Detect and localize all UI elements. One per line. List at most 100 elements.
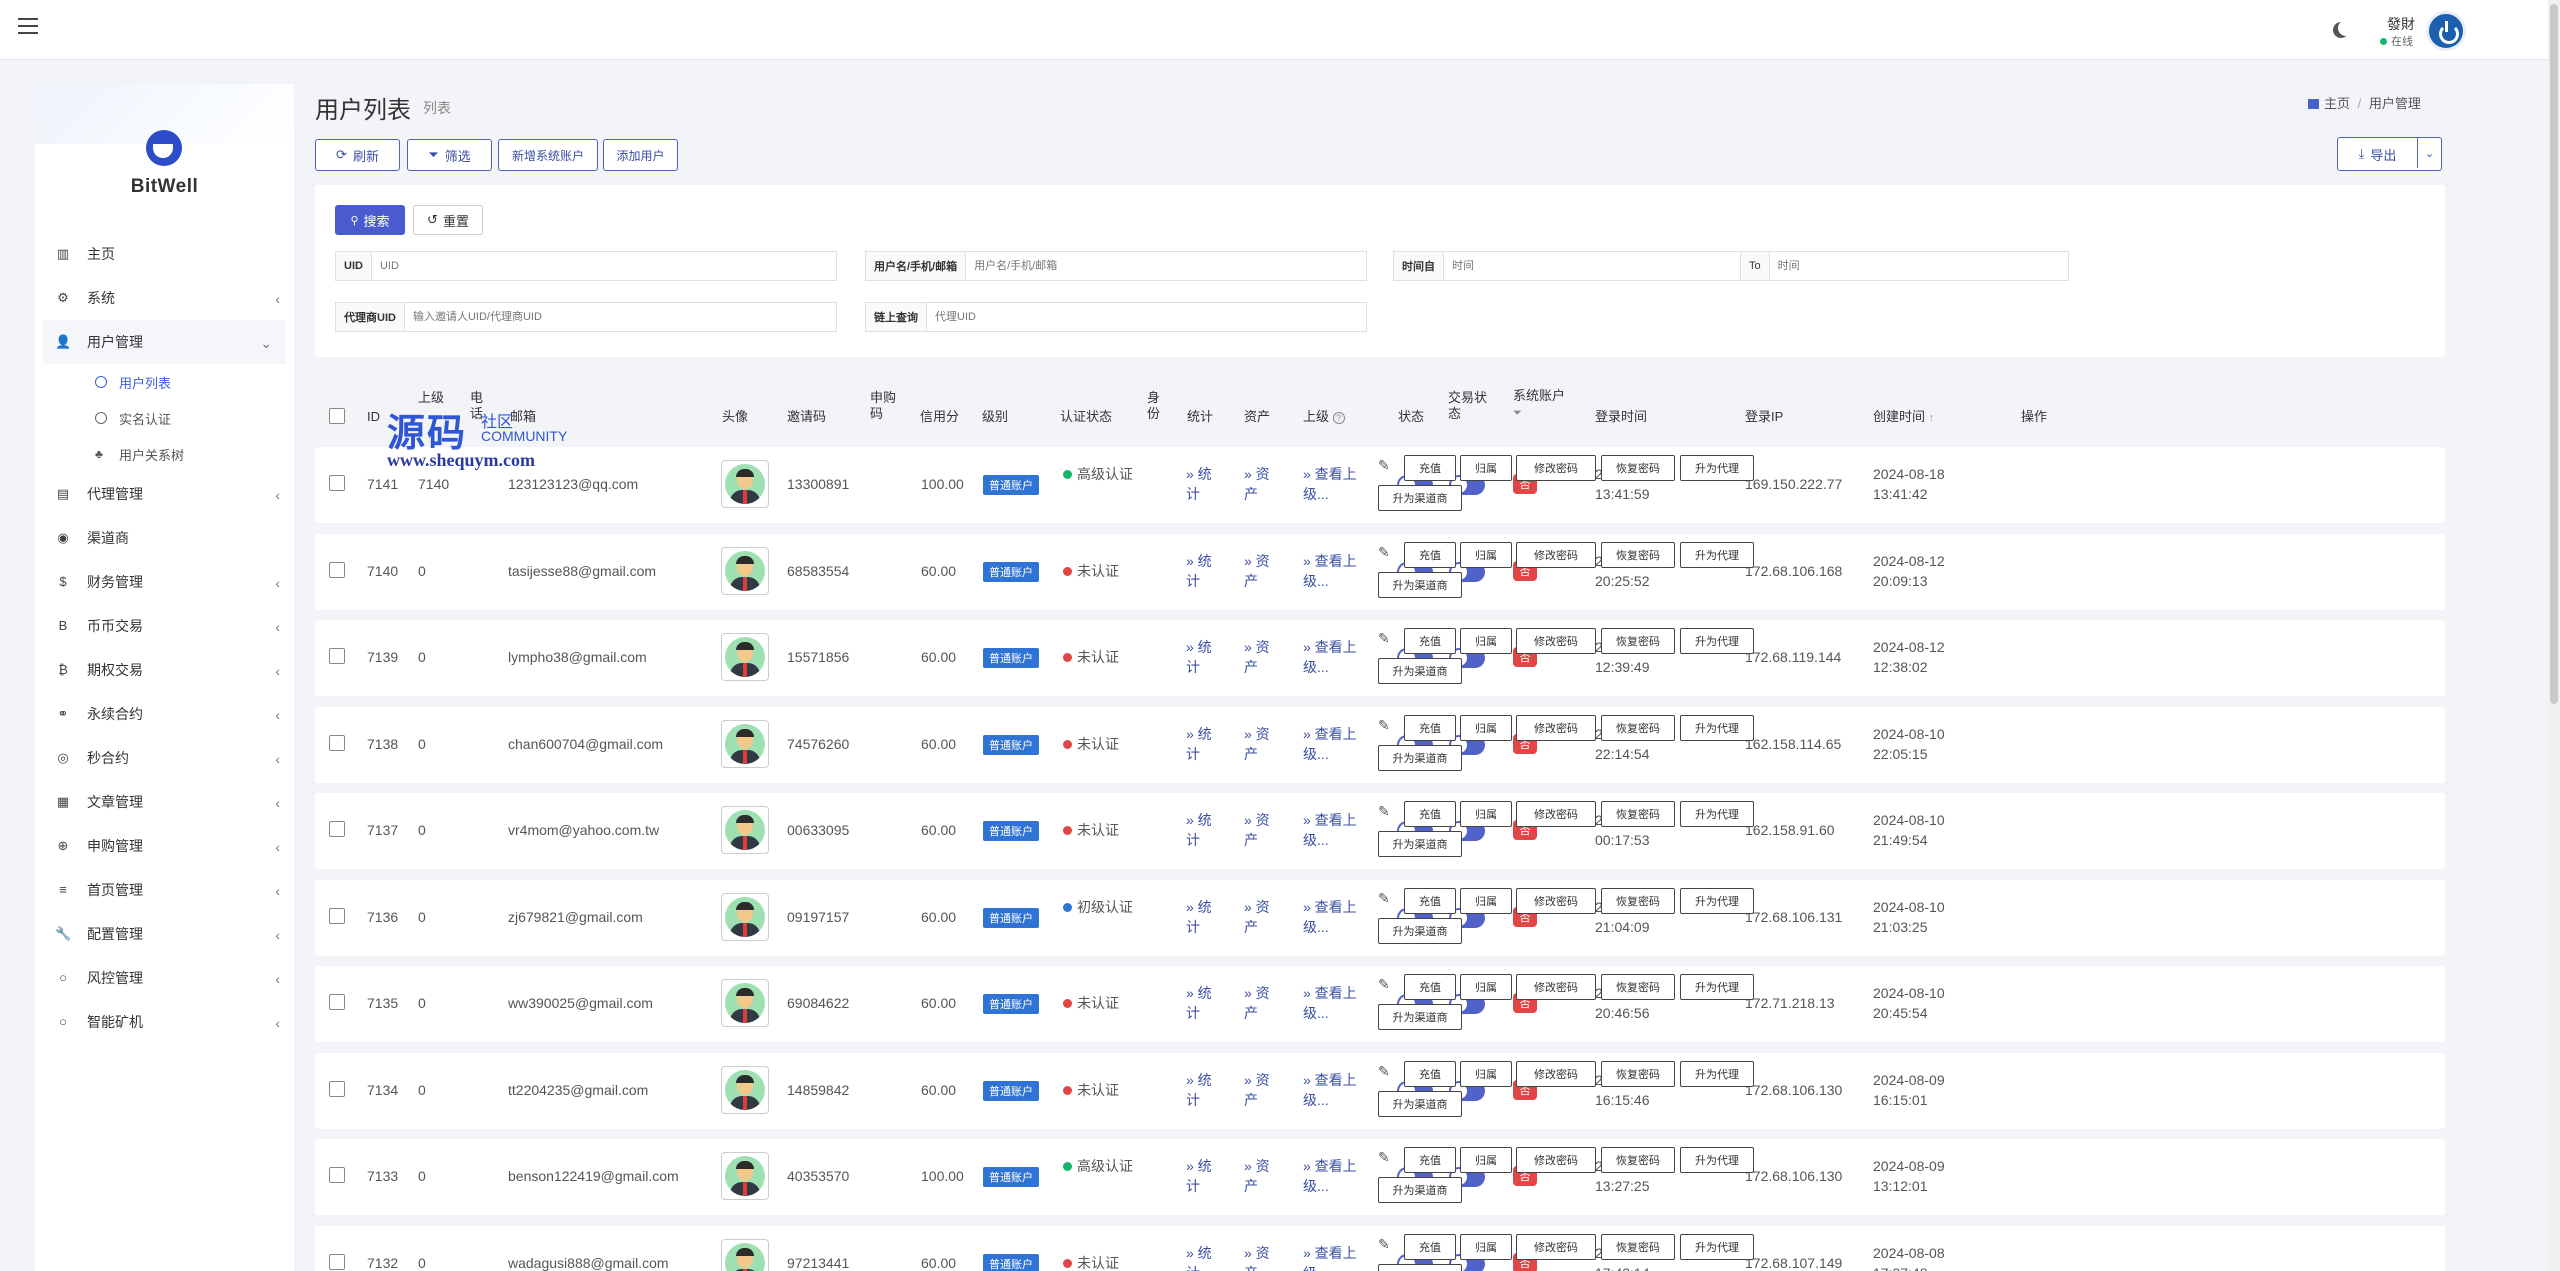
user-avatar-icon[interactable] (721, 979, 769, 1027)
agent-uid-input[interactable] (404, 303, 836, 331)
change-password-button[interactable]: 修改密码 (1516, 714, 1596, 741)
refresh-button[interactable]: ⟳ 刷新 (315, 139, 400, 171)
col-trade-status[interactable]: 交易状态 (1448, 390, 1488, 422)
reset-password-button[interactable]: 恢复密码 (1601, 628, 1675, 654)
sidebar-item[interactable]: B 币币交易 ‹ (35, 604, 294, 648)
export-button[interactable]: ⤓ 导出 ⌄ (2337, 137, 2442, 171)
reset-password-button[interactable]: 恢复密码 (1601, 887, 1675, 914)
change-password-button[interactable]: 修改密码 (1516, 974, 1596, 1000)
sidebar-item[interactable]: ⊕ 申购管理 ‹ (35, 824, 294, 868)
user-avatar-icon[interactable] (721, 1238, 769, 1271)
assets-link[interactable]: » 资产 (1244, 897, 1280, 937)
assets-link[interactable]: » 资产 (1244, 1243, 1280, 1271)
row-checkbox[interactable] (329, 907, 345, 924)
uid-input[interactable] (371, 252, 836, 280)
recharge-button[interactable]: 充值 (1404, 1060, 1456, 1087)
change-password-button[interactable]: 修改密码 (1516, 455, 1596, 481)
time-from-input[interactable] (1444, 252, 1740, 280)
col-email[interactable]: 邮箱 (510, 409, 536, 425)
sidebar-item[interactable]: ◎ 秒合约 ‹ (35, 736, 294, 780)
view-upline-link[interactable]: » 查看上级... (1303, 1070, 1369, 1110)
promote-agent-button[interactable]: 升为代理 (1680, 1147, 1754, 1173)
promote-channel-button[interactable]: 升为渠道商 (1378, 917, 1462, 944)
search-button[interactable]: ⚲ 搜索 (335, 205, 405, 235)
col-invite-code[interactable]: 邀请码 (787, 409, 826, 425)
scrollbar-thumb[interactable] (2550, 4, 2558, 704)
reset-password-button[interactable]: 恢复密码 (1601, 801, 1675, 827)
row-checkbox[interactable] (329, 1253, 345, 1270)
reset-password-button[interactable]: 恢复密码 (1601, 541, 1675, 568)
assign-button[interactable]: 归属 (1460, 974, 1512, 1000)
view-upline-link[interactable]: » 查看上级... (1303, 983, 1369, 1023)
time-to-input[interactable] (1769, 252, 2068, 280)
recharge-button[interactable]: 充值 (1404, 974, 1456, 1000)
sidebar-item[interactable]: 🔧 配置管理 ‹ (35, 912, 294, 956)
assign-button[interactable]: 归属 (1460, 541, 1512, 568)
edit-icon[interactable]: ✎ (1378, 1236, 1392, 1252)
change-password-button[interactable]: 修改密码 (1516, 1060, 1596, 1087)
reset-password-button[interactable]: 恢复密码 (1601, 1233, 1675, 1260)
recharge-button[interactable]: 充值 (1404, 801, 1456, 827)
edit-icon[interactable]: ✎ (1378, 890, 1392, 906)
sidebar-item[interactable]: ○ 智能矿机 ‹ (35, 1000, 294, 1044)
promote-agent-button[interactable]: 升为代理 (1680, 887, 1754, 914)
add-user-button[interactable]: 添加用户 (603, 139, 678, 171)
user-avatar-icon[interactable] (721, 806, 769, 854)
sidebar-item[interactable]: 👤 用户管理 ⌄ (43, 320, 286, 364)
recharge-button[interactable]: 充值 (1404, 1233, 1456, 1260)
user-avatar-icon[interactable] (721, 633, 769, 681)
stats-link[interactable]: » 统计 (1186, 1070, 1222, 1110)
row-checkbox[interactable] (329, 821, 345, 837)
sidebar-subitem[interactable]: 实名认证 (35, 400, 294, 436)
promote-channel-button[interactable]: 升为渠道商 (1378, 1090, 1462, 1117)
assets-link[interactable]: » 资产 (1244, 1070, 1280, 1110)
assets-link[interactable]: » 资产 (1244, 810, 1280, 850)
reset-password-button[interactable]: 恢复密码 (1601, 1147, 1675, 1173)
row-checkbox[interactable] (329, 475, 345, 491)
change-password-button[interactable]: 修改密码 (1516, 628, 1596, 654)
assign-button[interactable]: 归属 (1460, 1233, 1512, 1260)
stats-link[interactable]: » 统计 (1186, 1243, 1222, 1271)
sidebar-item[interactable]: ⚙ 系统 ‹ (35, 276, 294, 320)
filter-icon[interactable]: ⏷ (1513, 407, 1522, 419)
sidebar-item[interactable]: ◉ 渠道商 (35, 516, 294, 560)
promote-agent-button[interactable]: 升为代理 (1680, 974, 1754, 1000)
stats-link[interactable]: » 统计 (1186, 1156, 1222, 1196)
row-checkbox[interactable] (329, 561, 345, 578)
promote-channel-button[interactable]: 升为渠道商 (1378, 1263, 1462, 1271)
col-login-ip[interactable]: 登录IP (1745, 409, 1783, 425)
assets-link[interactable]: » 资产 (1244, 1156, 1280, 1196)
view-upline-link[interactable]: » 查看上级... (1303, 897, 1369, 937)
assign-button[interactable]: 归属 (1460, 714, 1512, 741)
row-checkbox[interactable] (329, 994, 345, 1010)
col-created-time[interactable]: 创建时间 ↑ (1873, 409, 1934, 426)
breadcrumb-home[interactable]: 主页 (2324, 96, 2350, 111)
recharge-button[interactable]: 充值 (1404, 887, 1456, 914)
edit-icon[interactable]: ✎ (1378, 1149, 1392, 1165)
chain-query-input[interactable] (927, 303, 1366, 331)
col-level[interactable]: 级别 (982, 409, 1008, 425)
user-avatar-icon[interactable] (721, 1152, 769, 1200)
sidebar-subitem[interactable]: ♣ 用户关系树 (35, 436, 294, 472)
view-upline-link[interactable]: » 查看上级... (1303, 724, 1369, 764)
sidebar-subitem[interactable]: 用户列表 (35, 364, 294, 400)
change-password-button[interactable]: 修改密码 (1516, 541, 1596, 568)
help-icon[interactable]: ? (1332, 412, 1345, 424)
change-password-button[interactable]: 修改密码 (1516, 1233, 1596, 1260)
assets-link[interactable]: » 资产 (1244, 983, 1280, 1023)
recharge-button[interactable]: 充值 (1404, 455, 1456, 481)
row-checkbox[interactable] (329, 1167, 345, 1183)
sidebar-item[interactable]: ▥ 主页 (35, 232, 294, 276)
view-upline-link[interactable]: » 查看上级... (1303, 1243, 1369, 1271)
user-avatar-icon[interactable] (721, 892, 769, 941)
col-identity[interactable]: 身份 (1147, 390, 1161, 422)
hamburger-menu-icon[interactable] (18, 18, 38, 34)
col-auth-status[interactable]: 认证状态 (1060, 409, 1112, 425)
col-subscribe-code[interactable]: 申购码 (870, 390, 898, 422)
add-system-account-button[interactable]: 新增系统账户 (498, 139, 598, 171)
col-status[interactable]: 状态 (1398, 409, 1424, 425)
promote-agent-button[interactable]: 升为代理 (1680, 801, 1754, 827)
sidebar-item[interactable]: ▦ 文章管理 ‹ (35, 780, 294, 824)
assign-button[interactable]: 归属 (1460, 1147, 1512, 1173)
export-dropdown-caret-icon[interactable]: ⌄ (2417, 138, 2441, 168)
